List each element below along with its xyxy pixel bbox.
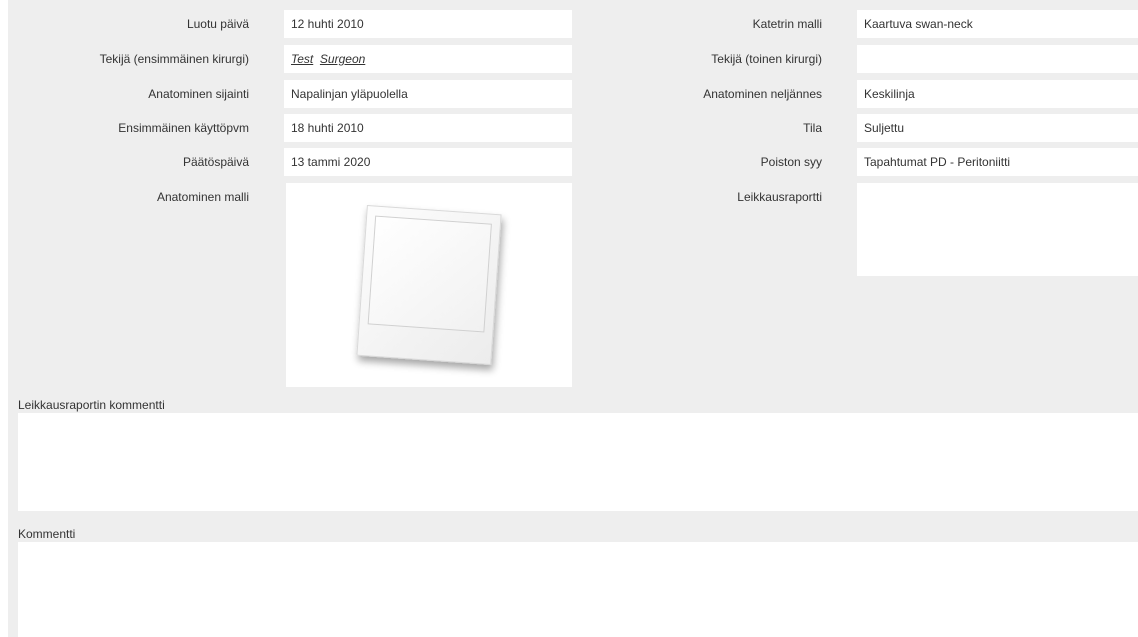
surgery-report-field[interactable]	[857, 183, 1138, 276]
anatomical-quadrant-field[interactable]: Keskilinja	[857, 80, 1138, 108]
second-surgeon-label: Tekijä (toinen kirurgi)	[711, 52, 822, 66]
first-surgeon-field: Test Surgeon	[284, 45, 572, 73]
created-date-field[interactable]: 12 huhti 2010	[284, 10, 572, 38]
anatomical-location-label: Anatominen sijainti	[148, 87, 249, 101]
first-surgeon-first-name-link[interactable]: Test	[291, 52, 313, 66]
end-date-field[interactable]: 13 tammi 2020	[284, 148, 572, 176]
comment-field[interactable]	[18, 542, 1138, 637]
catheter-model-field[interactable]: Kaartuva swan-neck	[857, 10, 1138, 38]
first-use-date-label: Ensimmäinen käyttöpvm	[118, 121, 249, 135]
status-label: Tila	[803, 121, 822, 135]
first-surgeon-last-name-link[interactable]: Surgeon	[320, 52, 365, 66]
anatomical-location-field[interactable]: Napalinjan yläpuolella	[284, 80, 572, 108]
second-surgeon-field[interactable]	[857, 45, 1138, 73]
surgery-report-comment-label: Leikkausraportin kommentti	[18, 398, 165, 412]
status-field[interactable]: Suljettu	[857, 114, 1138, 142]
anatomical-model-label: Anatominen malli	[156, 190, 249, 204]
end-date-label: Päätöspäivä	[182, 155, 249, 169]
photo-placeholder-icon	[356, 204, 502, 366]
surgery-report-comment-field[interactable]	[18, 413, 1138, 511]
removal-reason-field[interactable]: Tapahtumat PD - Peritoniitti	[857, 148, 1138, 176]
comment-label: Kommentti	[18, 527, 76, 541]
anatomical-model-image[interactable]	[286, 183, 572, 387]
removal-reason-label: Poiston syy	[760, 155, 822, 169]
first-use-date-field[interactable]: 18 huhti 2010	[284, 114, 572, 142]
anatomical-quadrant-label: Anatominen neljännes	[703, 87, 822, 101]
created-date-label: Luotu päivä	[186, 17, 249, 31]
surgery-report-label: Leikkausraportti	[737, 190, 822, 204]
first-surgeon-label: Tekijä (ensimmäinen kirurgi)	[99, 52, 249, 66]
catheter-model-label: Katetrin malli	[752, 17, 822, 31]
